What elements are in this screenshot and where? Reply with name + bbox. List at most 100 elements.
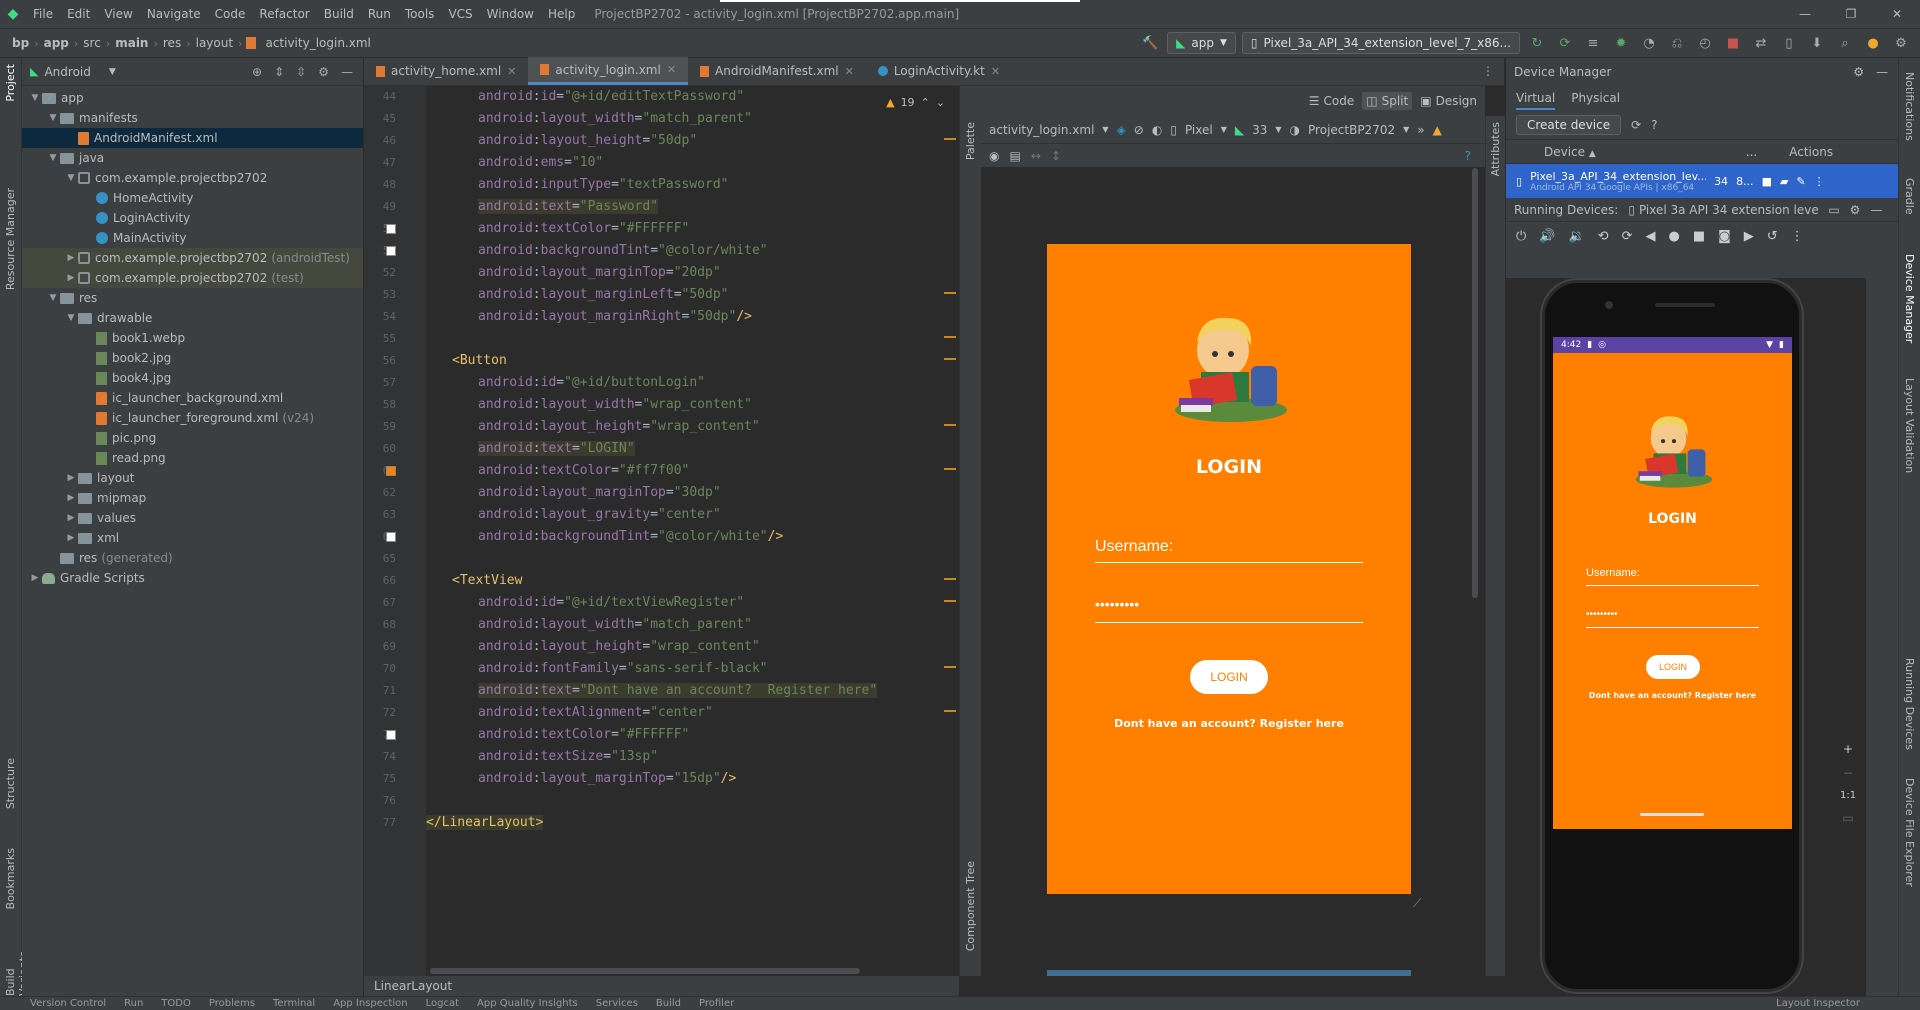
- tree-item[interactable]: ▼ manifests: [22, 108, 363, 128]
- theme-select[interactable]: ProjectBP2702: [1308, 123, 1395, 137]
- power-icon[interactable]: ⏻: [1516, 229, 1526, 244]
- chevron-right-icon[interactable]: ▶: [64, 513, 78, 523]
- warning-marker[interactable]: [944, 600, 956, 602]
- tree-item[interactable]: AndroidManifest.xml: [22, 128, 363, 148]
- code-line[interactable]: android:textSize="13sp": [426, 746, 959, 768]
- color-swatch-icon[interactable]: [386, 224, 396, 234]
- tree-item[interactable]: ▶ com.example.projectbp2702 (test): [22, 268, 363, 288]
- resize-handle-icon[interactable]: ⟋: [1413, 896, 1421, 911]
- run-config-select[interactable]: ◣ app ▼: [1167, 32, 1236, 54]
- tree-item[interactable]: book1.webp: [22, 328, 363, 348]
- design-canvas[interactable]: LOGIN Username: ••••••••• LOGIN Dont hav…: [981, 168, 1465, 976]
- close-icon[interactable]: ✕: [991, 65, 1000, 78]
- warning-marker[interactable]: [944, 424, 956, 426]
- apply-changes-icon[interactable]: ⟳: [1554, 32, 1576, 54]
- design-mode-button[interactable]: ▣ Design: [1420, 94, 1477, 108]
- breadcrumb-src[interactable]: src: [78, 36, 106, 50]
- register-link[interactable]: Dont have an account? Register here: [1047, 717, 1411, 730]
- component-tree-tab[interactable]: Component Tree: [964, 861, 977, 951]
- code-line[interactable]: android:backgroundTint="@color/white"/>: [426, 526, 959, 548]
- chevron-down-icon[interactable]: ▼: [64, 173, 78, 183]
- tree-item[interactable]: ▶ layout: [22, 468, 363, 488]
- code-line[interactable]: android:textColor="#FFFFFF": [426, 218, 959, 240]
- code-line[interactable]: android:textColor="#ff7f00": [426, 460, 959, 482]
- chevron-down-icon[interactable]: ▼: [46, 293, 60, 303]
- expand-all-icon[interactable]: ⇕: [274, 65, 284, 79]
- menu-tools[interactable]: Tools: [398, 0, 442, 28]
- volume-up-icon[interactable]: 🔊: [1539, 229, 1555, 244]
- code-line[interactable]: </LinearLayout>: [426, 812, 959, 834]
- rotate-left-icon[interactable]: ⟲: [1598, 229, 1609, 244]
- debug-icon[interactable]: ✹: [1610, 32, 1632, 54]
- blueprint-icon[interactable]: ▤: [1009, 149, 1020, 163]
- tree-item[interactable]: ic_launcher_foreground.xml (v24): [22, 408, 363, 428]
- device-select[interactable]: Pixel: [1185, 123, 1213, 137]
- device-select[interactable]: ▯ Pixel_3a_API_34_extension_level_7_x86..…: [1241, 32, 1520, 54]
- terminal-tab[interactable]: Terminal: [273, 998, 315, 1009]
- code-line[interactable]: android:layout_height="wrap_content": [426, 416, 959, 438]
- code-line[interactable]: android:id="@+id/editTextPassword": [426, 86, 959, 108]
- code-line[interactable]: [426, 328, 959, 350]
- chevron-down-icon[interactable]: ▼: [46, 153, 60, 163]
- tree-item[interactable]: ▼ app: [22, 88, 363, 108]
- device-manager-tab[interactable]: Device Manager: [1903, 254, 1916, 343]
- code-line[interactable]: android:layout_marginTop="15dp"/>: [426, 768, 959, 790]
- code-line[interactable]: [426, 548, 959, 570]
- code-editor[interactable]: 4445464748495051525354555657585960616263…: [364, 86, 959, 976]
- build-tab[interactable]: Build: [656, 998, 681, 1009]
- tree-item[interactable]: ▼ java: [22, 148, 363, 168]
- tab-activity-home[interactable]: activity_home.xml ✕: [364, 57, 528, 85]
- editor-horizontal-scrollbar[interactable]: [430, 968, 860, 974]
- password-field[interactable]: •••••••••: [1586, 609, 1618, 620]
- tree-item[interactable]: pic.png: [22, 428, 363, 448]
- layout-file-select[interactable]: activity_login.xml: [989, 123, 1094, 137]
- chevron-down-icon[interactable]: ▼: [46, 113, 60, 123]
- profiler-tab[interactable]: Profiler: [699, 998, 734, 1009]
- gesture-bar[interactable]: [1640, 813, 1704, 816]
- tree-item[interactable]: HomeActivity: [22, 188, 363, 208]
- menu-refactor[interactable]: Refactor: [252, 0, 316, 28]
- code-line[interactable]: android:backgroundTint="@color/white": [426, 240, 959, 262]
- emulator-app-screen[interactable]: LOGIN Username: ••••••••• LOGIN Dont hav…: [1553, 353, 1792, 829]
- settings-icon[interactable]: ⚙: [1890, 32, 1912, 54]
- design-vertical-scrollbar[interactable]: [1472, 168, 1478, 598]
- notifications-tab[interactable]: Notifications: [1903, 72, 1916, 141]
- code-line[interactable]: android:layout_width="match_parent": [426, 614, 959, 636]
- inspection-widget[interactable]: ▲ 19 ⌃ ⌄: [886, 96, 945, 109]
- login-button[interactable]: LOGIN: [1646, 655, 1700, 679]
- warning-marker[interactable]: [944, 138, 956, 140]
- overview-icon[interactable]: ■: [1693, 229, 1705, 244]
- warning-marker[interactable]: [944, 468, 956, 470]
- code-line[interactable]: android:ems="10": [426, 152, 959, 174]
- edit-icon[interactable]: ✎: [1796, 175, 1805, 188]
- create-device-button[interactable]: Create device: [1516, 114, 1622, 135]
- hide-icon[interactable]: —: [1876, 65, 1888, 79]
- color-swatch-icon[interactable]: [386, 466, 396, 476]
- breadcrumb-file[interactable]: activity_login.xml: [260, 36, 375, 50]
- volume-down-icon[interactable]: 🔉: [1568, 229, 1584, 244]
- chevron-right-icon[interactable]: ▶: [64, 273, 78, 283]
- menu-run[interactable]: Run: [361, 0, 398, 28]
- username-field[interactable]: Username:: [1586, 567, 1640, 579]
- zoom-actual-button[interactable]: 1:1: [1840, 790, 1856, 801]
- username-field[interactable]: Username:: [1095, 538, 1173, 556]
- code-line[interactable]: android:layout_gravity="center": [426, 504, 959, 526]
- app-inspection-tab[interactable]: App Inspection: [333, 998, 407, 1009]
- code-line[interactable]: android:text="Dont have an account? Regi…: [426, 680, 959, 702]
- warning-marker[interactable]: [944, 710, 956, 712]
- chevron-right-icon[interactable]: ▶: [64, 493, 78, 503]
- code-line[interactable]: android:textAlignment="center": [426, 702, 959, 724]
- search-icon[interactable]: ⌕: [1834, 32, 1856, 54]
- more-tabs-icon[interactable]: ⋮: [1482, 57, 1494, 85]
- structure-tab[interactable]: Structure: [4, 758, 17, 809]
- code-line[interactable]: android:id="@+id/buttonLogin": [426, 372, 959, 394]
- running-device-tab[interactable]: ▯Pixel 3a API 34 extension level 7 x: [1628, 203, 1818, 217]
- menu-view[interactable]: View: [97, 0, 139, 28]
- code-line[interactable]: <Button: [426, 350, 959, 372]
- breadcrumb-layout[interactable]: layout: [191, 36, 238, 50]
- hammer-icon[interactable]: 🔨: [1139, 32, 1161, 54]
- warning-marker[interactable]: [944, 666, 956, 668]
- warning-icon[interactable]: ▲: [1433, 123, 1442, 137]
- resource-manager-tab[interactable]: Resource Manager: [4, 188, 17, 290]
- menu-file[interactable]: File: [26, 0, 60, 28]
